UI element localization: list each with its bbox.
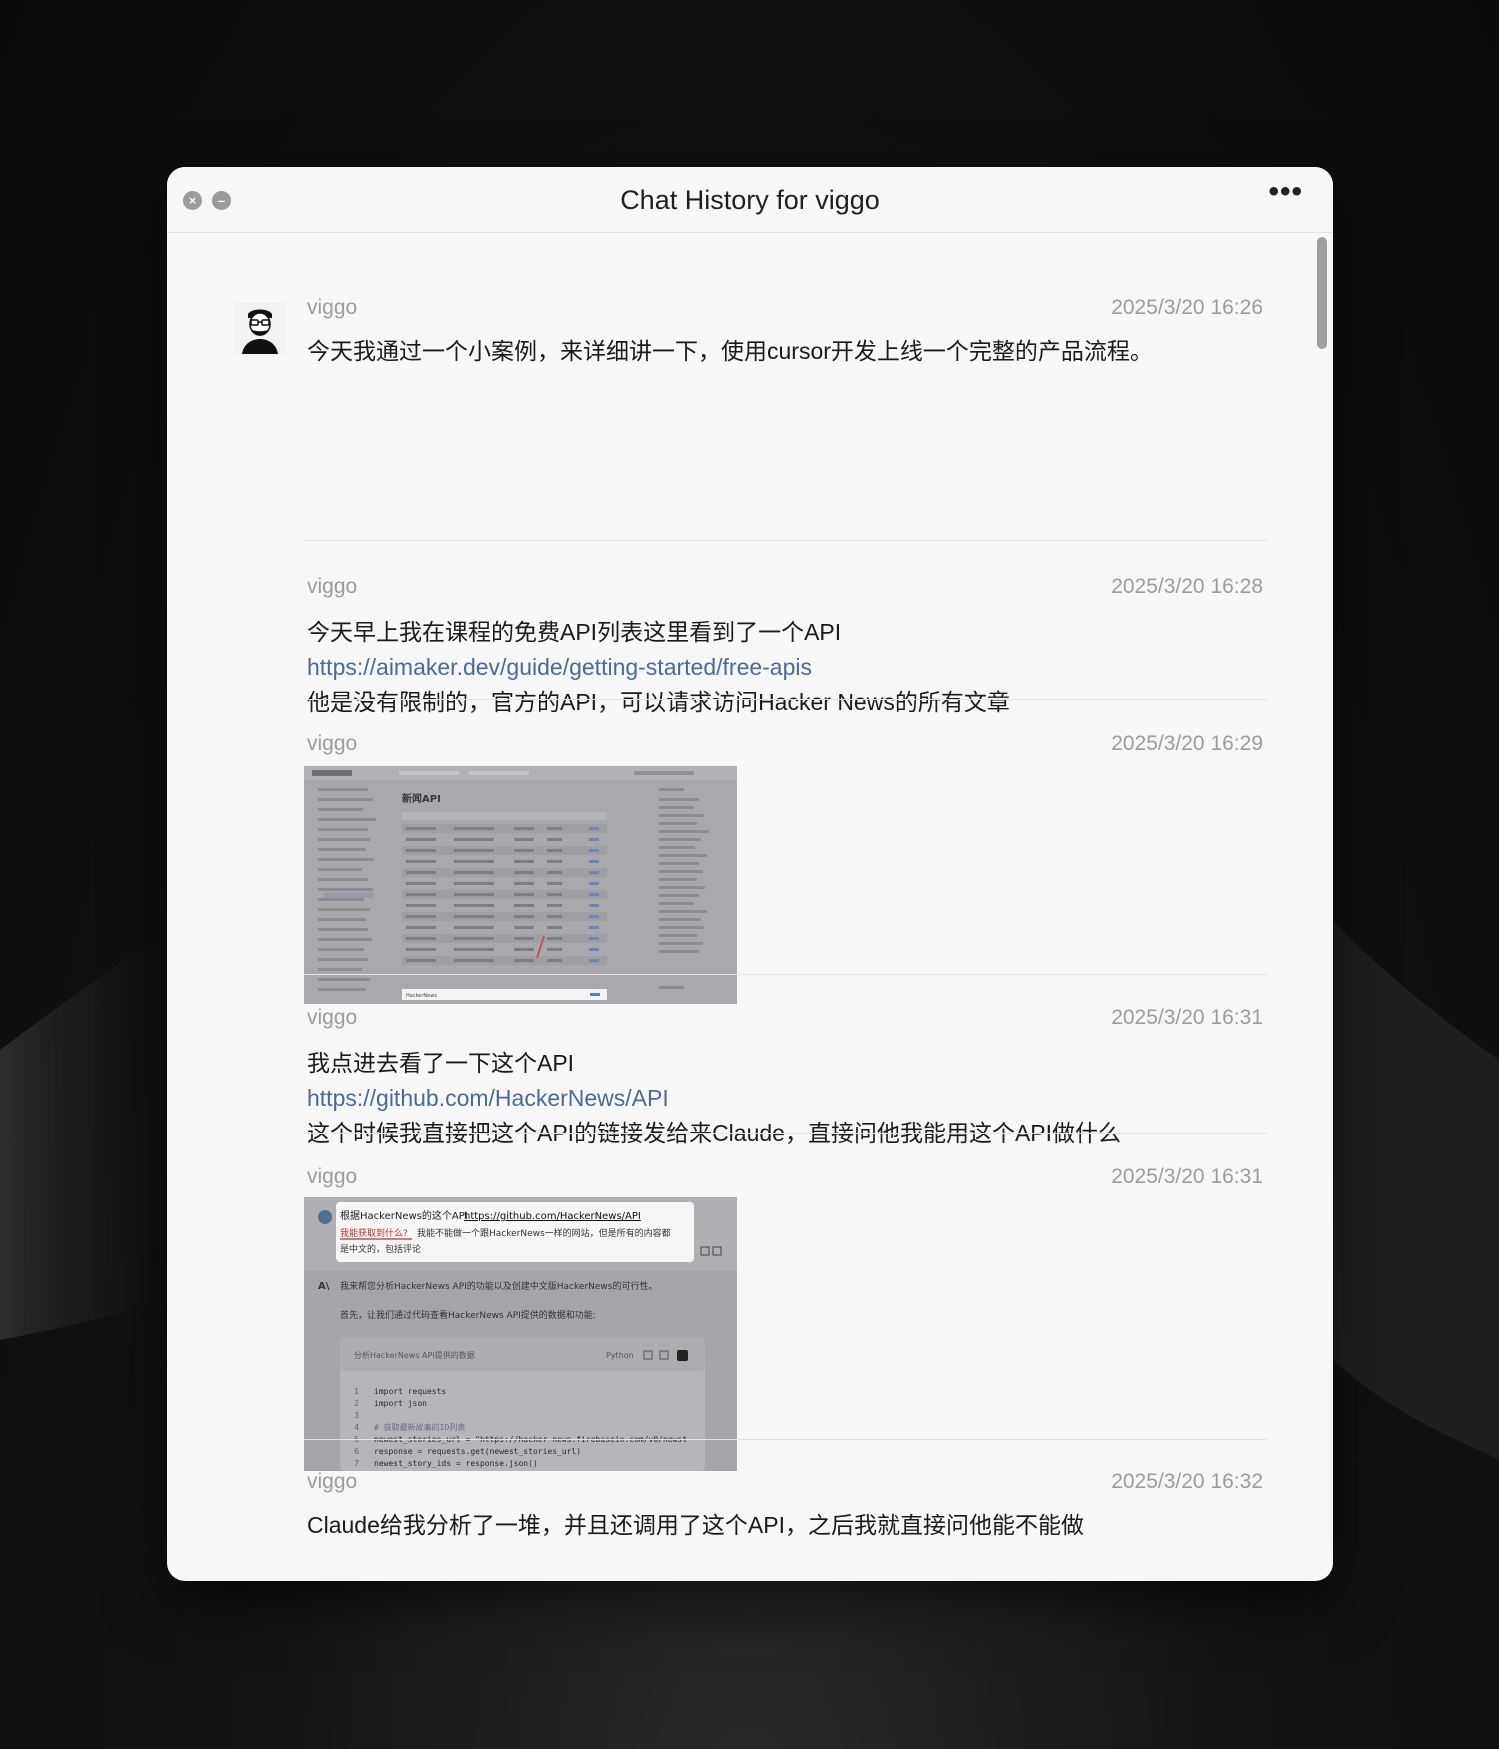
message-image-api-list[interactable]: 新闻API HackerNews — [304, 766, 737, 1004]
image-code-line: newest_story_ids = response.json() — [374, 1459, 538, 1468]
svg-text:3: 3 — [354, 1411, 359, 1420]
image-code-line: import requests — [374, 1387, 446, 1396]
image-code-lang: Python — [606, 1351, 634, 1360]
svg-text:A\: A\ — [318, 1281, 330, 1292]
message-image-wrap: 根据HackerNews的这个API https://github.com/Ha… — [304, 1181, 1268, 1471]
message-divider — [303, 699, 1267, 700]
more-options-button[interactable]: ••• — [1268, 175, 1303, 209]
message-text: 今天早上我在课程的免费API列表这里看到了一个API — [307, 619, 842, 645]
message-image-wrap: 新闻API HackerNews — [304, 750, 1268, 1004]
message-text: 今天我通过一个小案例，来详细讲一下，使用cursor开发上线一个完整的产品流程。 — [307, 338, 1153, 364]
svg-text:6: 6 — [354, 1447, 359, 1456]
title-bar: × – Chat History for viggo ••• — [167, 167, 1333, 233]
image-prompt-rest2: 是中文的，包括评论 — [340, 1243, 421, 1255]
message-link[interactable]: https://github.com/HackerNews/API — [303, 1081, 1267, 1116]
message-item: viggo 2025/3/20 16:32 Claude给我分析了一堆，并且还调… — [303, 1470, 1267, 1543]
message-text: 我点进去看了一下这个API — [307, 1050, 575, 1076]
image-reply-line1: 我来帮您分析HackerNews API的功能以及创建中文版HackerNews… — [340, 1280, 657, 1292]
image-prompt-prefix: 根据HackerNews的这个API — [340, 1209, 468, 1222]
image-highlight-row: HackerNews — [406, 993, 437, 999]
message-text: 他是没有限制的，官方的API，可以请求访问Hacker News的所有文章 — [307, 689, 1010, 715]
message-username: viggo — [307, 296, 358, 319]
image-prompt-link: https://github.com/HackerNews/API — [464, 1211, 641, 1222]
message-timestamp: 2025/3/20 16:26 — [1111, 296, 1263, 319]
message-timestamp: 2025/3/20 16:28 — [1111, 575, 1263, 598]
svg-text:7: 7 — [354, 1459, 359, 1468]
message-timestamp: 2025/3/20 16:32 — [1111, 1470, 1263, 1493]
message-username: viggo — [307, 1470, 358, 1493]
image-reply-line2: 首先，让我们通过代码查看HackerNews API提供的数据和功能: — [340, 1309, 596, 1321]
window-title: Chat History for viggo — [620, 185, 880, 215]
image-code-title: 分析HackerNews API提供的数据 — [354, 1350, 475, 1360]
message-username: viggo — [307, 575, 358, 598]
message-link[interactable]: https://aimaker.dev/guide/getting-starte… — [303, 650, 1267, 685]
image-code-line: import json — [374, 1399, 427, 1408]
image-prompt-rest: 我能不能做一个跟HackerNews一样的网站，但是所有的内容都 — [417, 1227, 671, 1239]
image-code-line: response = requests.get(newest_stories_u… — [374, 1447, 581, 1456]
chat-history-window: × – Chat History for viggo ••• viggo 202… — [167, 167, 1333, 1581]
image-prompt-question: 我能获取到什么? — [340, 1227, 408, 1239]
message-timestamp: 2025/3/20 16:31 — [1111, 1006, 1263, 1029]
image-code-line: # 获取最新故事的ID列表 — [374, 1422, 465, 1432]
message-item: viggo 2025/3/20 16:26 今天我通过一个小案例，来详细讲一下，… — [303, 296, 1267, 369]
svg-text:1: 1 — [354, 1387, 359, 1396]
svg-text:4: 4 — [354, 1423, 359, 1432]
message-divider — [303, 1133, 1267, 1134]
message-divider — [303, 540, 1267, 541]
message-username: viggo — [307, 1006, 358, 1029]
message-divider — [303, 1439, 1267, 1440]
message-divider — [303, 974, 1267, 975]
message-image-claude-chat[interactable]: 根据HackerNews的这个API https://github.com/Ha… — [304, 1197, 737, 1471]
message-list: viggo 2025/3/20 16:26 今天我通过一个小案例，来详细讲一下，… — [167, 233, 1333, 1581]
message-text: Claude给我分析了一堆，并且还调用了这个API，之后我就直接问他能不能做 — [307, 1512, 1084, 1538]
avatar-person-icon — [234, 302, 286, 354]
image-heading: 新闻API — [402, 792, 441, 805]
message-item: viggo 2025/3/20 16:31 我点进去看了一下这个API http… — [303, 1006, 1267, 1151]
svg-text:2: 2 — [354, 1399, 359, 1408]
avatar — [234, 302, 286, 354]
